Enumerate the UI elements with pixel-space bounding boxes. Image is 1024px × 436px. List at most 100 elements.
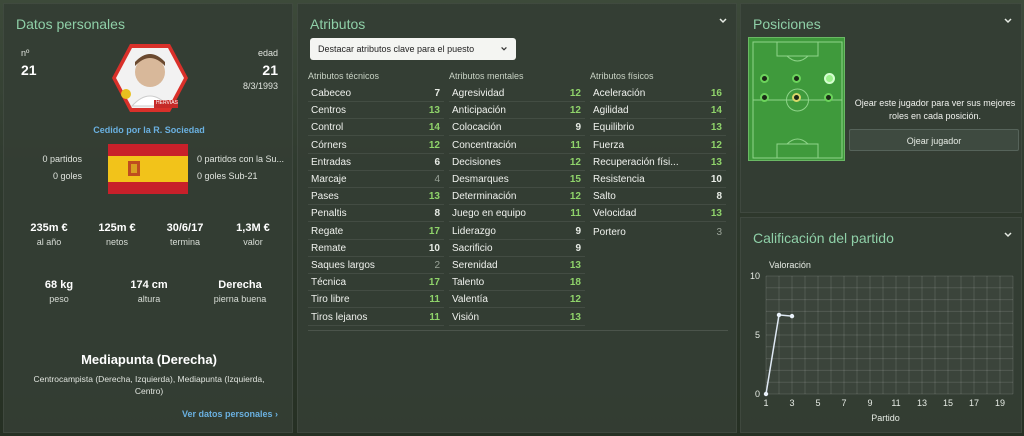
attribute-value: 7 [434,88,440,99]
shirt-name: HERVÍAS [156,100,178,106]
stat-value: 1,3M € [236,222,270,234]
birth-date: 8/3/1993 [242,81,278,91]
scout-player-button[interactable]: Ojear jugador [849,129,1019,151]
attribute-row[interactable]: Sacrificio 9 [449,240,585,257]
attribute-value: 13 [428,105,440,117]
position-dot-amr[interactable] [824,73,835,84]
attribute-row[interactable]: Visión 13 [449,309,585,326]
attribute-value: 13 [710,122,722,134]
attribute-row[interactable]: Determinación 12 [449,188,585,206]
stat-label: valor [243,237,263,247]
attribute-row[interactable]: Recuperación físi... 13 [590,154,726,171]
attribute-row[interactable]: Córners 12 [308,137,444,154]
attribute-value: 11 [429,311,440,323]
attribute-row[interactable]: Serenidad 13 [449,257,585,274]
stat-value: Derecha [218,279,262,291]
attribute-row[interactable]: Equilibrio 13 [590,119,726,137]
attribute-value: 12 [710,139,722,151]
attribute-row[interactable]: Entradas 6 [308,154,444,171]
attribute-value: 6 [434,156,440,168]
attribute-row[interactable]: Desmarques 15 [449,171,585,188]
attribute-row[interactable]: Tiro libre 11 [308,291,444,309]
attribute-row[interactable]: Aceleración 16 [590,85,726,102]
attribute-row[interactable]: Talento 18 [449,274,585,292]
view-personal-data-link[interactable]: Ver datos personales › [182,409,278,419]
chevron-down-icon[interactable] [718,16,728,26]
scout-hint-text: Ojear este jugador para ver sus mejores … [854,98,1016,121]
attribute-name: Portero [593,227,626,238]
main-position: Mediapunta (Derecha) [81,352,217,367]
attribute-row[interactable]: Penaltis 8 [308,205,444,223]
attribute-value: 4 [434,174,440,185]
loan-link[interactable]: Cedido por la R. Sociedad [4,125,294,135]
mental-header: Atributos mentales [449,71,524,81]
attribute-name: Visión [452,311,480,323]
stat-label: peso [49,294,69,304]
attribute-row[interactable]: Remate 10 [308,240,444,257]
position-dot-mc[interactable] [792,93,801,102]
y-tick-label: 10 [750,271,760,281]
attribute-name: Juego en equipo [452,208,526,220]
attribute-row[interactable]: Decisiones 12 [449,154,585,171]
position-dot-mr[interactable] [824,93,833,102]
attribute-row[interactable]: Regate 17 [308,223,444,240]
attribute-row[interactable]: Velocidad 13 [590,205,726,223]
attribute-row[interactable]: Liderazgo 9 [449,223,585,240]
attribute-value: 10 [428,242,440,254]
attribute-row[interactable]: Control 14 [308,119,444,137]
attribute-name: Tiros lejanos [311,311,368,323]
attribute-row-goalkeeper[interactable]: Portero 3 [590,224,726,241]
attribute-row[interactable]: Saques largos 2 [308,257,444,274]
attribute-name: Sacrificio [452,242,493,254]
attribute-value: 12 [569,294,581,306]
attribute-row[interactable]: Salto 8 [590,188,726,206]
position-dot-aml[interactable] [760,74,769,83]
positions-line-2: Centro) [134,386,164,396]
attribute-row[interactable]: Anticipación 12 [449,102,585,120]
attribute-row[interactable]: Colocación 9 [449,119,585,137]
attribute-row[interactable]: Técnica 17 [308,274,444,292]
chevron-down-icon[interactable] [1003,16,1013,26]
attributes-divider [308,330,728,331]
attribute-row[interactable]: Tiros lejanos 11 [308,309,444,326]
positions-panel: Posiciones Ojear este jugador para ver s… [740,3,1022,213]
position-dot-amc[interactable] [792,74,801,83]
personal-data-panel: Datos personales nº 21 edad 21 8/3/1993 … [3,3,293,433]
attribute-row[interactable]: Valentía 12 [449,291,585,309]
position-dot-ml[interactable] [760,93,769,102]
dropdown-label: Destacar atributos clave para el puesto [318,44,475,54]
stat-value: 174 cm [130,279,168,291]
attribute-row[interactable]: Centros 13 [308,102,444,120]
x-tick-label: 9 [867,398,872,408]
match-rating-panel: Calificación del partido 0 5 10 1 3 5 7 9 11 13 15… [740,217,1022,433]
attribute-name: Recuperación físi... [593,156,679,168]
attribute-name: Tiro libre [311,294,350,306]
attribute-value: 13 [710,208,722,220]
attribute-value: 10 [710,174,722,185]
stat-foot: Derecha pierna buena [200,279,280,304]
attribute-value: 13 [569,260,581,271]
attribute-row[interactable]: Pases 13 [308,188,444,206]
attribute-value: 17 [428,277,440,289]
attribute-row[interactable]: Agilidad 14 [590,102,726,120]
attribute-value: 12 [428,139,440,151]
positions-pitch [748,37,845,161]
attribute-name: Agresividad [452,88,505,99]
attribute-value: 14 [710,105,722,117]
attribute-row[interactable]: Juego en equipo 11 [449,205,585,223]
highlight-attributes-dropdown[interactable]: Destacar atributos clave para el puesto [310,38,516,60]
attribute-row[interactable]: Marcaje 4 [308,171,444,188]
attribute-name: Cabeceo [311,88,352,99]
personal-panel-title: Datos personales [16,16,125,32]
attribute-row[interactable]: Resistencia 10 [590,171,726,188]
attributes-panel-title: Atributos [310,16,366,32]
attribute-row[interactable]: Agresividad 12 [449,85,585,102]
physical-header: Atributos físicos [590,71,654,81]
y-tick-label: 5 [755,330,760,340]
attribute-row[interactable]: Fuerza 12 [590,137,726,154]
attribute-name: Aceleración [593,88,646,99]
attribute-row[interactable]: Concentración 11 [449,137,585,154]
player-photo[interactable]: HERVÍAS [110,42,190,114]
attribute-row[interactable]: Cabeceo 7 [308,85,444,102]
attribute-name: Centros [311,105,347,117]
